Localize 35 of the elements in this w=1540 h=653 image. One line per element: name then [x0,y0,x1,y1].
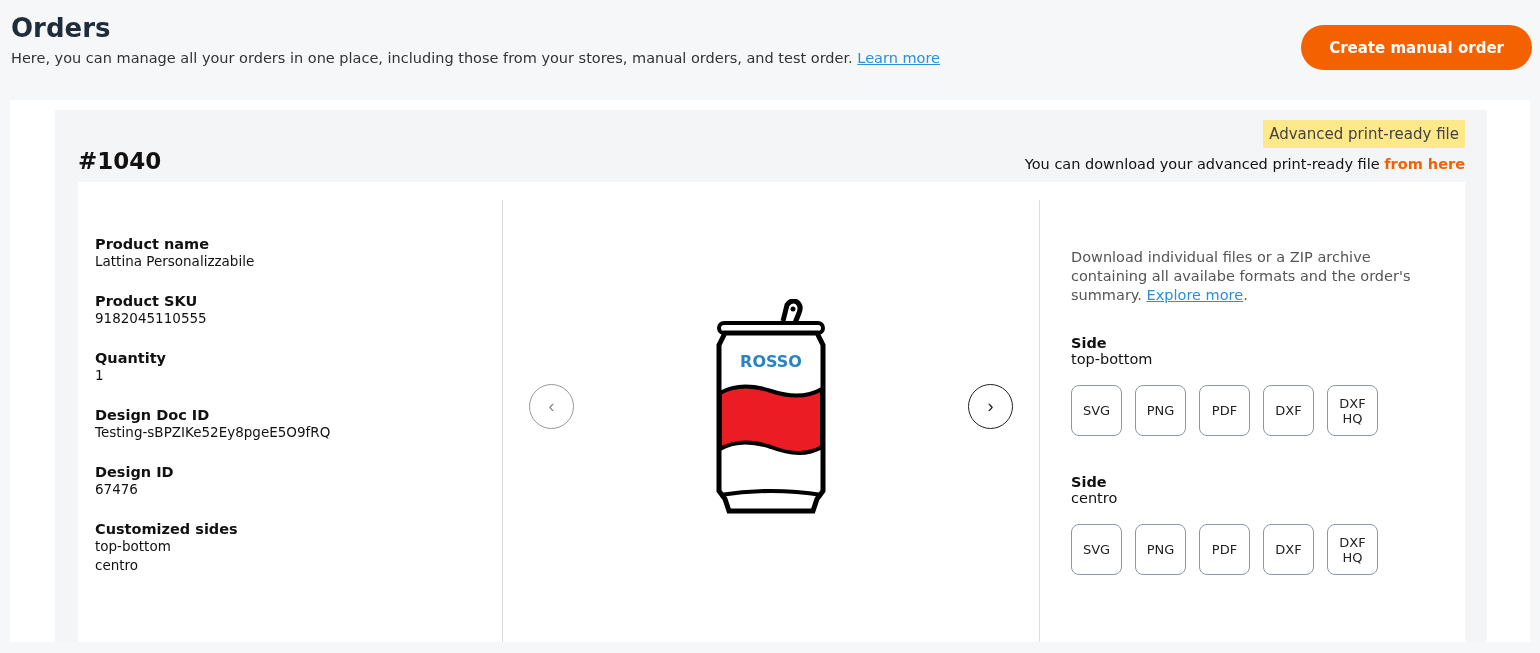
format-download-button[interactable]: DXF [1263,524,1314,575]
page-description: Here, you can manage all your orders in one place, including those from your stores, manual orders, and test order. Learn more [11,50,940,66]
detail-value: Lattina Personalizzabile [95,252,256,271]
carousel-arrow-button[interactable]: › [968,383,1013,429]
print-ready-badge: Advanced print-ready file [1263,120,1465,148]
order-number: #1040 [78,148,162,174]
detail-label: Quantity [95,350,168,366]
side-name: centro [1071,490,1119,506]
detail-value: centro [95,556,140,575]
side-label: Side [1071,474,1108,490]
detail-label: Design ID [95,464,175,480]
format-download-button[interactable]: SVG [1071,385,1122,436]
side-name: top-bottom [1071,351,1154,367]
detail-value: Testing-sBPZIKe52Ey8pgeE5O9fRQ [95,423,332,442]
format-download-button[interactable]: DXF HQ [1327,385,1378,436]
page-title: Orders [11,12,112,44]
detail-label: Product SKU [95,293,199,309]
detail-value: 67476 [95,480,139,499]
download-note: You can download your advanced print-ready file from here [1024,156,1465,172]
detail-value: top-bottom [95,537,172,556]
format-download-button[interactable]: PNG [1135,524,1186,575]
detail-label: Product name [95,236,211,252]
format-download-button[interactable]: PDF [1199,385,1250,436]
format-download-button[interactable]: DXF [1263,385,1314,436]
detail-label: Design Doc ID [95,407,211,423]
format-download-button[interactable]: SVG [1071,524,1122,575]
side-label: Side [1071,335,1108,351]
explore-more-link[interactable]: Explore more [1146,287,1244,303]
detail-label: Customized sides [95,521,239,537]
detail-value: 1 [95,366,105,385]
download-intro: Download individual files or a ZIP archive containing all availabe formats and the order's summary. Explore more. [1071,248,1412,305]
format-download-button[interactable]: PDF [1199,524,1250,575]
format-download-button[interactable]: PNG [1135,385,1186,436]
format-download-button[interactable]: DXF HQ [1327,524,1378,575]
detail-value: 9182045110555 [95,309,208,328]
